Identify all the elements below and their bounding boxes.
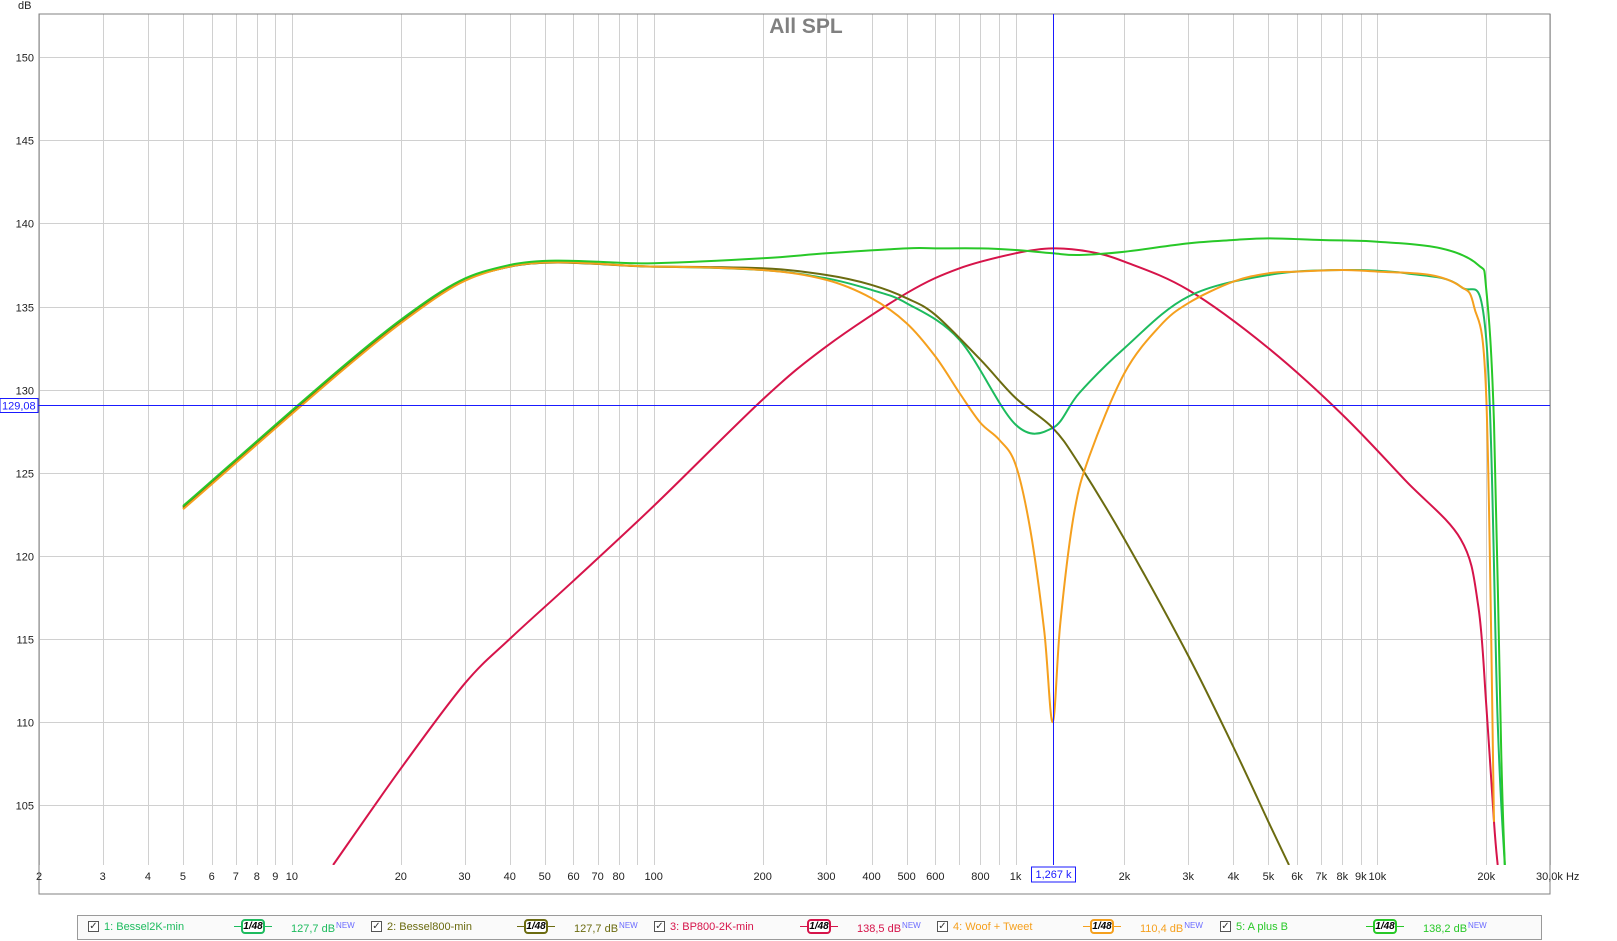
- x-tick-label: 10k: [1368, 871, 1386, 883]
- x-tick-label: 20k: [1477, 871, 1495, 883]
- x-grid: [39, 14, 1551, 865]
- x-tick-label: 100: [645, 871, 663, 883]
- x-tick-label: 7k: [1316, 871, 1328, 883]
- y-tick-label: 120: [16, 552, 34, 564]
- x-tick-label: 4: [145, 871, 151, 883]
- series-value: 127,7 dBNEW: [574, 921, 638, 935]
- x-tick-label: 6k: [1291, 871, 1303, 883]
- series-lines: [182, 237, 1506, 865]
- x-tick-label: 200: [753, 871, 771, 883]
- x-tick-label: 8k: [1336, 871, 1348, 883]
- x-tick-label: 300: [817, 871, 835, 883]
- x-tick-label: 9k: [1355, 871, 1367, 883]
- x-tick-label: 40: [504, 871, 516, 883]
- series-name: 2: Bessel800-min: [387, 921, 472, 933]
- x-tick-label: 400: [862, 871, 880, 883]
- y-tick-label: 130: [16, 386, 34, 398]
- x-tick-label: 10: [286, 871, 298, 883]
- legend-item[interactable]: ✓ 5: A plus B 1/48 138,2 dBNEW: [1210, 916, 1502, 939]
- checkbox[interactable]: ✓: [1220, 921, 1231, 932]
- series-value: 138,2 dBNEW: [1423, 921, 1487, 935]
- y-axis-label: dB: [18, 0, 31, 12]
- x-tick-label: 80: [613, 871, 625, 883]
- y-grid: [39, 57, 1550, 806]
- series-line-1: [182, 261, 1506, 865]
- y-tick-label: 115: [16, 635, 34, 647]
- smoothing-badge[interactable]: 1/48: [807, 919, 831, 934]
- y-tick-label: 125: [16, 469, 34, 481]
- cursor-y-readout: 129,08: [2, 401, 36, 413]
- x-tick-label: 5: [180, 871, 186, 883]
- spl-chart: 1,267 k129,08 10511011512012513013514014…: [0, 0, 1579, 895]
- series-line-5: [182, 237, 1506, 865]
- legend-item[interactable]: ✓ 2: Bessel800-min 1/48 127,7 dBNEW: [361, 916, 653, 939]
- x-tick-label: 2: [36, 871, 42, 883]
- y-tick-label: 110: [16, 718, 34, 730]
- series-value: 127,7 dBNEW: [291, 921, 355, 935]
- y-tick-label: 145: [16, 136, 34, 148]
- checkbox[interactable]: ✓: [88, 921, 99, 932]
- x-tick-label: 8: [254, 871, 260, 883]
- legend-item[interactable]: ✓ 1: Bessel2K-min 1/48 127,7 dBNEW: [78, 916, 370, 939]
- smoothing-badge[interactable]: 1/48: [241, 919, 265, 934]
- chart-title: All SPL: [769, 15, 843, 38]
- cursor-x-readout: 1,267 k: [1035, 869, 1072, 881]
- checkbox[interactable]: ✓: [937, 921, 948, 932]
- x-tick-label: 2k: [1119, 871, 1131, 883]
- x-tick-label: 5k: [1263, 871, 1275, 883]
- smoothing-badge[interactable]: 1/48: [1090, 919, 1114, 934]
- checkbox[interactable]: ✓: [654, 921, 665, 932]
- x-tick-label: 9: [272, 871, 278, 883]
- series-value: 110,4 dBNEW: [1140, 921, 1203, 935]
- x-tick-label: 20: [395, 871, 407, 883]
- x-tick-label: 3: [100, 871, 106, 883]
- series-name: 5: A plus B: [1236, 921, 1288, 933]
- x-tick-label: 30,0k Hz: [1536, 871, 1579, 883]
- legend-item[interactable]: ✓ 4: Woof + Tweet 1/48 110,4 dBNEW: [927, 916, 1219, 939]
- x-tick-label: 6: [209, 871, 215, 883]
- series-name: 4: Woof + Tweet: [953, 921, 1033, 933]
- x-tick-label: 3k: [1182, 871, 1194, 883]
- x-tick-labels: 2 3 4 5 6 7 8 9 10 20 30 40 50 60 70 80 100 200 300 400 500 6…: [36, 871, 1579, 883]
- x-tick-label: 1k: [1010, 871, 1022, 883]
- series-name: 3: BP800-2K-min: [670, 921, 754, 933]
- legend: ✓ 1: Bessel2K-min 1/48 127,7 dBNEW ✓ 2: …: [77, 915, 1542, 940]
- y-tick-label: 105: [16, 801, 34, 813]
- y-tick-label: 150: [16, 53, 34, 65]
- y-tick-label: 140: [16, 219, 34, 231]
- plot-frame: [38, 13, 1551, 895]
- x-tick-label: 500: [897, 871, 915, 883]
- legend-item[interactable]: ✓ 3: BP800-2K-min 1/48 138,5 dBNEW: [644, 916, 936, 939]
- x-tick-label: 4k: [1228, 871, 1240, 883]
- x-tick-label: 70: [592, 871, 604, 883]
- smoothing-badge[interactable]: 1/48: [524, 919, 548, 934]
- cursor[interactable]: 1,267 k 129,08: [0, 14, 1550, 883]
- smoothing-badge[interactable]: 1/48: [1373, 919, 1397, 934]
- x-tick-label: 50: [539, 871, 551, 883]
- y-tick-labels: 105 110 115 120 125 130 135 140 145 150: [16, 53, 34, 813]
- series-line-2: [182, 261, 1290, 865]
- series-name: 1: Bessel2K-min: [104, 921, 185, 933]
- x-tick-label: 600: [926, 871, 944, 883]
- checkbox[interactable]: ✓: [371, 921, 382, 932]
- x-tick-label: 800: [971, 871, 989, 883]
- y-tick-label: 135: [16, 303, 34, 315]
- series-value: 138,5 dBNEW: [857, 921, 921, 935]
- x-tick-label: 30: [458, 871, 470, 883]
- x-tick-label: 60: [567, 871, 579, 883]
- x-tick-label: 7: [233, 871, 239, 883]
